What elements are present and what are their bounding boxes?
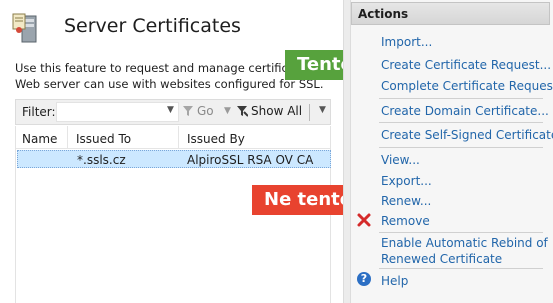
action-enable-automatic-rebind-line1[interactable]: Enable Automatic Rebind of xyxy=(381,236,548,250)
column-divider[interactable] xyxy=(178,126,179,148)
server-certificates-pane: Server Certificates Use this feature to … xyxy=(0,0,376,303)
action-help[interactable]: Help xyxy=(381,274,408,288)
filter-dropdown-icon[interactable]: ▼ xyxy=(167,105,174,115)
actions-divider xyxy=(379,147,543,148)
go-label: Go xyxy=(197,104,214,118)
funnel-icon xyxy=(183,106,193,116)
filter-input[interactable] xyxy=(56,102,179,122)
cell-issued-by: AlpiroSSL RSA OV CA xyxy=(187,153,314,167)
toolbar-overflow-icon[interactable]: ▼ xyxy=(319,105,326,115)
go-dropdown-icon[interactable]: ▼ xyxy=(224,106,231,116)
action-remove[interactable]: Remove xyxy=(381,214,430,228)
grid-header: Name Issued To Issued By xyxy=(16,126,330,149)
action-enable-automatic-rebind-line2[interactable]: Renewed Certificate xyxy=(381,252,502,266)
filter-toolbar: Filter: ▼ Go ▼ Show All ▼ xyxy=(15,99,331,125)
column-divider[interactable] xyxy=(67,126,68,148)
action-complete-certificate-request[interactable]: Complete Certificate Request... xyxy=(381,79,553,93)
go-button[interactable]: Go xyxy=(182,104,214,118)
show-all-button[interactable]: Show All xyxy=(236,104,302,118)
remove-icon xyxy=(357,213,371,227)
cell-issued-to: *.ssls.cz xyxy=(77,153,126,167)
actions-divider xyxy=(379,268,543,269)
action-view[interactable]: View... xyxy=(381,153,420,167)
column-issued-to[interactable]: Issued To xyxy=(76,132,131,146)
action-renew[interactable]: Renew... xyxy=(381,194,431,208)
show-all-icon xyxy=(237,106,248,117)
filter-label: Filter: xyxy=(22,105,56,119)
page-title: Server Certificates xyxy=(64,15,241,37)
action-create-self-signed-certificate[interactable]: Create Self-Signed Certificate... xyxy=(381,128,553,142)
column-name[interactable]: Name xyxy=(22,132,57,146)
actions-divider xyxy=(379,122,543,123)
server-certificate-icon xyxy=(12,13,37,43)
table-row[interactable]: *.ssls.cz AlpiroSSL RSA OV CA xyxy=(17,150,331,168)
actions-divider xyxy=(379,98,543,99)
pane-splitter[interactable] xyxy=(343,0,351,303)
actions-pane: Actions Import... Create Certificate Req… xyxy=(351,0,553,303)
action-export[interactable]: Export... xyxy=(381,174,432,188)
action-create-domain-certificate[interactable]: Create Domain Certificate... xyxy=(381,104,549,118)
action-import[interactable]: Import... xyxy=(381,35,432,49)
column-issued-by[interactable]: Issued By xyxy=(187,132,245,146)
action-create-certificate-request[interactable]: Create Certificate Request... xyxy=(381,58,551,72)
actions-divider xyxy=(379,232,543,233)
actions-header: Actions xyxy=(351,2,550,25)
help-icon: ? xyxy=(357,272,371,286)
toolbar-divider xyxy=(309,104,310,121)
actions-header-label: Actions xyxy=(358,7,409,21)
show-all-label: Show All xyxy=(251,104,303,118)
